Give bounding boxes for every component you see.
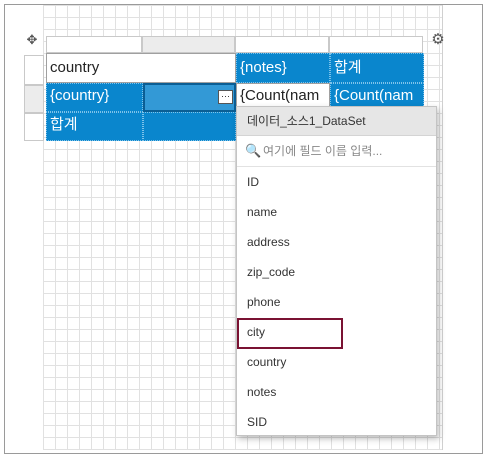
field-item-phone[interactable]: phone xyxy=(237,287,436,317)
total-cell-label[interactable]: 합계 xyxy=(46,112,143,141)
row-header-1[interactable] xyxy=(24,55,44,85)
field-item-zip-code[interactable]: zip_code xyxy=(237,257,436,287)
field-item-name[interactable]: name xyxy=(237,197,436,227)
move-icon[interactable]: ✥ xyxy=(25,33,39,47)
field-dropdown: 데이터_소스1_DataSet 🔍 여기에 필드 이름 입력... ID nam… xyxy=(236,106,437,436)
header-cell-total[interactable]: 합계 xyxy=(330,53,424,83)
detail-cell-country[interactable]: {country} xyxy=(46,83,143,112)
field-item-sid[interactable]: SID xyxy=(237,407,436,437)
header-cell-country[interactable]: country xyxy=(46,53,236,83)
search-icon: 🔍 xyxy=(245,143,262,158)
designer-frame: ✥ ⚙ country {notes} 합계 {country} {Count(… xyxy=(4,4,483,454)
column-header-2[interactable] xyxy=(142,36,235,53)
search-placeholder: 여기에 필드 이름 입력... xyxy=(263,144,383,158)
header-cell-notes[interactable]: {notes} xyxy=(236,53,330,83)
field-search-input[interactable]: 🔍 여기에 필드 이름 입력... xyxy=(237,136,436,167)
row-header-3[interactable] xyxy=(24,113,44,141)
column-header-4[interactable] xyxy=(329,36,423,53)
field-item-notes[interactable]: notes xyxy=(237,377,436,407)
field-item-id[interactable]: ID xyxy=(237,167,436,197)
gear-icon[interactable]: ⚙ xyxy=(430,32,446,48)
field-item-address[interactable]: address xyxy=(237,227,436,257)
field-item-country[interactable]: country xyxy=(237,347,436,377)
column-header-1[interactable] xyxy=(46,36,142,53)
column-header-3[interactable] xyxy=(235,36,329,53)
dataset-title: 데이터_소스1_DataSet xyxy=(237,107,436,136)
field-list: ID name address zip_code phone city coun… xyxy=(237,167,436,437)
row-header-2[interactable] xyxy=(24,85,44,113)
field-picker-button[interactable]: ··· xyxy=(218,90,233,104)
field-item-city[interactable]: city xyxy=(237,317,436,349)
total-cell-2[interactable] xyxy=(143,112,236,141)
